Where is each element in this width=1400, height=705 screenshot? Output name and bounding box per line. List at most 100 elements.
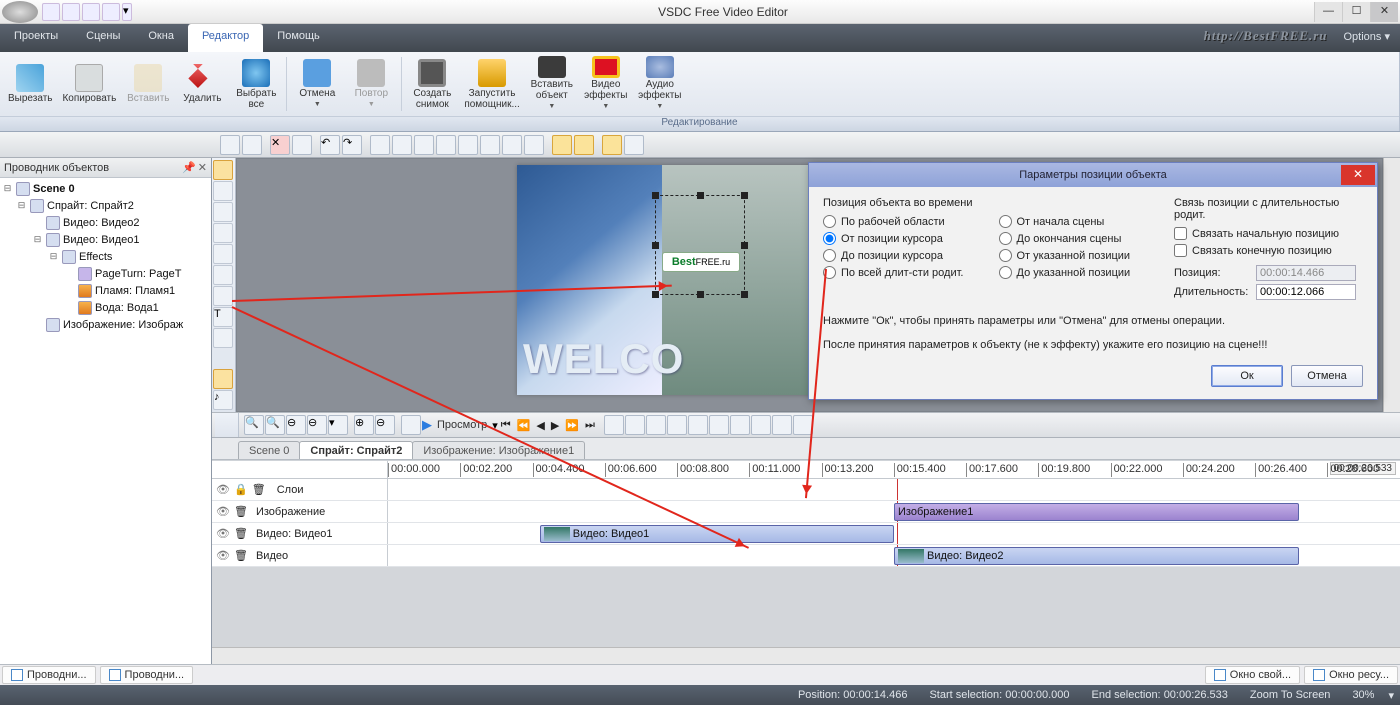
- redo-button[interactable]: Повтор▼: [345, 54, 397, 114]
- tl-icon[interactable]: ⊖: [375, 415, 395, 435]
- tool-icon[interactable]: [552, 135, 572, 155]
- check-link-start[interactable]: Связать начальную позицию: [1174, 227, 1363, 240]
- vtool-text-icon[interactable]: T: [213, 307, 233, 327]
- breadcrumb-tab[interactable]: Изображение: Изображение1: [412, 441, 585, 459]
- layer-row[interactable]: 👁🗑Видео: [212, 545, 388, 566]
- panel-tab[interactable]: Проводни...: [100, 666, 194, 684]
- panel-tab[interactable]: Окно ресу...: [1304, 666, 1398, 684]
- panel-tab[interactable]: Окно свой...: [1205, 666, 1300, 684]
- maximize-button[interactable]: ☐: [1342, 2, 1370, 22]
- selectall-button[interactable]: Выбрать все: [230, 54, 282, 114]
- vtool-icon[interactable]: [213, 369, 233, 389]
- radio-from-scene-start[interactable]: От начала сцены: [999, 215, 1157, 228]
- tl-icon[interactable]: [709, 415, 729, 435]
- tool-icon[interactable]: [242, 135, 262, 155]
- qat-dropdown-icon[interactable]: ▾: [122, 3, 132, 21]
- panel-tab[interactable]: Проводни...: [2, 666, 96, 684]
- zoom-out-icon[interactable]: 🔍: [265, 415, 285, 435]
- tool-icon[interactable]: [436, 135, 456, 155]
- breadcrumb-tab[interactable]: Scene 0: [238, 441, 300, 459]
- vtool-audio-icon[interactable]: ♪: [213, 390, 233, 410]
- play-icon[interactable]: ▶: [422, 417, 432, 433]
- menu-scenes[interactable]: Сцены: [72, 24, 134, 52]
- tool-icon[interactable]: [414, 135, 434, 155]
- undo-button[interactable]: Отмена▼: [291, 54, 343, 114]
- menu-projects[interactable]: Проекты: [0, 24, 72, 52]
- qat-new-icon[interactable]: [42, 3, 60, 21]
- zoom-icon[interactable]: ⊖: [307, 415, 327, 435]
- vtool-icon[interactable]: [213, 265, 233, 285]
- tool-icon[interactable]: [502, 135, 522, 155]
- tool-icon[interactable]: [392, 135, 412, 155]
- dialog-close-button[interactable]: ✕: [1341, 165, 1375, 185]
- layer-row[interactable]: 👁🗑Изображение: [212, 501, 388, 522]
- tool-icon[interactable]: [292, 135, 312, 155]
- next-frame-icon[interactable]: ▶: [549, 419, 562, 432]
- ok-button[interactable]: Ок: [1211, 365, 1283, 387]
- cut-button[interactable]: Вырезать: [4, 54, 56, 114]
- tl-icon[interactable]: [646, 415, 666, 435]
- radio-to-specified[interactable]: До указанной позиции: [999, 266, 1157, 279]
- vtool-icon[interactable]: [213, 244, 233, 264]
- audio-effects-button[interactable]: Аудио эффекты▼: [634, 54, 686, 114]
- timeline-clip[interactable]: Изображение1: [894, 503, 1299, 521]
- step-fwd-icon[interactable]: ⏩: [563, 419, 582, 432]
- timeline-clip[interactable]: Видео: Видео2: [894, 547, 1299, 565]
- check-link-end[interactable]: Связать конечную позицию: [1174, 244, 1363, 257]
- duration-field[interactable]: [1256, 284, 1356, 300]
- object-tree[interactable]: ⊟Scene 0 ⊟Спрайт: Спрайт2 Видео: Видео2 …: [0, 178, 211, 664]
- vtool-icon[interactable]: [213, 328, 233, 348]
- tl-icon[interactable]: [772, 415, 792, 435]
- tl-icon[interactable]: ⊕: [354, 415, 374, 435]
- tool-icon[interactable]: [524, 135, 544, 155]
- tool-delete-icon[interactable]: ✕: [270, 135, 290, 155]
- close-button[interactable]: ✕: [1370, 2, 1398, 22]
- tool-icon[interactable]: [602, 135, 622, 155]
- radio-whole-parent[interactable]: По всей длит-сти родит.: [823, 266, 981, 279]
- tool-redo-icon[interactable]: ↷: [342, 135, 362, 155]
- vertical-scrollbar[interactable]: [1383, 158, 1400, 412]
- zoom-in-icon[interactable]: 🔍: [244, 415, 264, 435]
- vtool-icon[interactable]: [213, 223, 233, 243]
- tl-icon[interactable]: [688, 415, 708, 435]
- tool-icon[interactable]: [370, 135, 390, 155]
- panel-close-icon[interactable]: ✕: [198, 161, 207, 174]
- wizard-button[interactable]: Запустить помощник...: [460, 54, 523, 114]
- vtool-select-icon[interactable]: [213, 160, 233, 180]
- snapshot-button[interactable]: Создать снимок: [406, 54, 458, 114]
- layer-row[interactable]: 👁🗑Видео: Видео1: [212, 523, 388, 544]
- goto-start-icon[interactable]: ⏮: [499, 419, 514, 432]
- zoom-icon[interactable]: ⊖: [286, 415, 306, 435]
- time-ruler[interactable]: 00:00:26.533 00:00.00000:02.20000:04.400…: [388, 461, 1400, 478]
- copy-button[interactable]: Копировать: [58, 54, 120, 114]
- radio-work-area[interactable]: По рабочей области: [823, 215, 981, 228]
- menu-editor[interactable]: Редактор: [188, 24, 263, 52]
- tool-icon[interactable]: [458, 135, 478, 155]
- pin-icon[interactable]: 📌: [182, 161, 196, 174]
- tl-icon[interactable]: [751, 415, 771, 435]
- radio-from-cursor[interactable]: От позиции курсора: [823, 232, 981, 245]
- tool-icon[interactable]: [574, 135, 594, 155]
- minimize-button[interactable]: —: [1314, 2, 1342, 22]
- radio-to-cursor[interactable]: До позиции курсора: [823, 249, 981, 262]
- radio-from-specified[interactable]: От указанной позиции: [999, 249, 1157, 262]
- video-effects-button[interactable]: Видео эффекты▼: [580, 54, 632, 114]
- delete-button[interactable]: Удалить: [176, 54, 228, 114]
- qat-save-icon[interactable]: [82, 3, 100, 21]
- options-menu[interactable]: Options ▾: [1338, 24, 1400, 52]
- tool-icon[interactable]: [220, 135, 240, 155]
- breadcrumb-tab[interactable]: Спрайт: Спрайт2: [299, 441, 413, 459]
- paste-button[interactable]: Вставить: [122, 54, 174, 114]
- goto-end-icon[interactable]: ⏭: [583, 419, 598, 432]
- tool-icon[interactable]: [624, 135, 644, 155]
- qat-search-icon[interactable]: [102, 3, 120, 21]
- horizontal-scrollbar[interactable]: [212, 647, 1400, 664]
- radio-to-scene-end[interactable]: До окончания сцены: [999, 232, 1157, 245]
- tool-undo-icon[interactable]: ↶: [320, 135, 340, 155]
- insert-object-button[interactable]: Вставить объект▼: [526, 54, 578, 114]
- dialog-title[interactable]: Параметры позиции объекта ✕: [809, 163, 1377, 187]
- menu-windows[interactable]: Окна: [134, 24, 188, 52]
- cancel-button[interactable]: Отмена: [1291, 365, 1363, 387]
- tl-icon[interactable]: [401, 415, 421, 435]
- tl-icon[interactable]: [667, 415, 687, 435]
